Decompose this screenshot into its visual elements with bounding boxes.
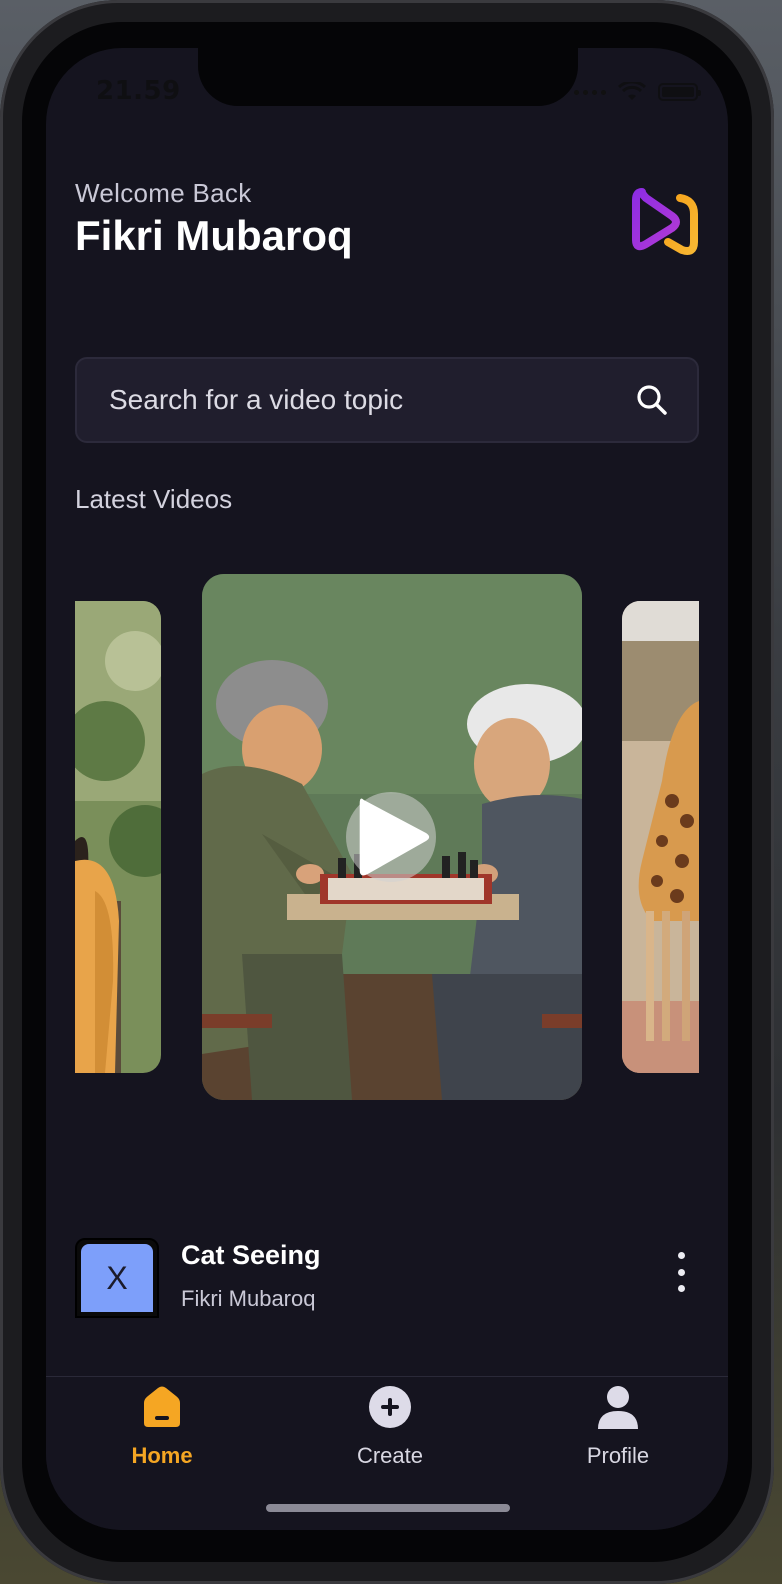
nav-profile-label: Profile xyxy=(586,1443,650,1468)
home-indicator[interactable] xyxy=(266,1504,510,1512)
play-icon xyxy=(359,798,430,876)
latest-videos-heading: Latest Videos xyxy=(75,484,233,514)
nav-home[interactable]: Home xyxy=(92,1377,232,1487)
nav-profile[interactable]: Profile xyxy=(548,1377,688,1487)
video-thumbnail-next xyxy=(622,601,699,1073)
app-screen: 21.59 Welcome Back Fikri Mubaroq Search … xyxy=(46,48,728,1530)
home-icon xyxy=(144,1386,180,1427)
search-input[interactable] xyxy=(109,384,635,416)
notch xyxy=(198,48,578,106)
more-options-icon[interactable] xyxy=(673,1252,689,1292)
video-list-item[interactable]: X Cat Seeing Fikri Mubaroq xyxy=(75,1238,699,1318)
video-card-previous[interactable] xyxy=(75,601,161,1073)
play-button[interactable] xyxy=(346,792,436,882)
video-card-featured[interactable] xyxy=(202,574,582,1100)
video-author: Fikri Mubaroq xyxy=(181,1286,316,1311)
nav-home-label: Home xyxy=(131,1443,193,1468)
nav-create[interactable]: Create xyxy=(320,1377,460,1487)
user-icon xyxy=(598,1386,638,1429)
user-name: Fikri Mubaroq xyxy=(75,212,353,259)
video-thumbnail: X xyxy=(75,1238,159,1318)
search-icon[interactable] xyxy=(635,383,669,417)
nav-create-label: Create xyxy=(356,1443,424,1468)
status-time: 21.59 xyxy=(96,76,181,106)
plus-circle-icon xyxy=(369,1386,411,1428)
video-thumbnail-previous xyxy=(75,601,161,1073)
status-icons xyxy=(574,82,701,102)
welcome-text: Welcome Back xyxy=(75,178,252,208)
battery-icon xyxy=(658,83,701,101)
search-bar[interactable] xyxy=(75,357,699,443)
video-card-next[interactable] xyxy=(622,601,699,1073)
thumbnail-placeholder: X xyxy=(81,1244,153,1312)
signal-icon xyxy=(574,89,606,95)
app-logo-icon xyxy=(632,188,698,255)
wifi-icon xyxy=(618,82,646,100)
video-title: Cat Seeing xyxy=(181,1240,321,1270)
